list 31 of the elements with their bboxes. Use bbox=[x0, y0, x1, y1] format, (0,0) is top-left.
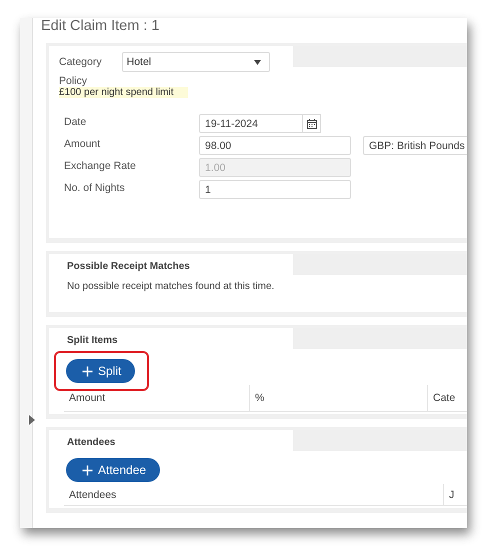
calendar-icon bbox=[306, 118, 316, 128]
policy-label: Policy bbox=[59, 75, 88, 87]
column-header: Amount bbox=[64, 385, 250, 411]
input-field: 1.00 bbox=[199, 158, 351, 177]
category-select[interactable]: Hotel bbox=[122, 52, 270, 72]
window-title: Edit Claim Item : 1 bbox=[41, 18, 160, 36]
currency-select[interactable]: GBP: British Pounds bbox=[363, 136, 467, 155]
column-header: J bbox=[448, 488, 456, 502]
plus-icon bbox=[82, 366, 93, 376]
policy-text: £100 per night spend limit bbox=[59, 87, 188, 98]
category-label: Category bbox=[59, 56, 102, 68]
calendar-button[interactable] bbox=[303, 114, 321, 133]
expand-arrow-icon[interactable] bbox=[29, 415, 35, 425]
amount-field[interactable]: 98.00 bbox=[199, 136, 351, 155]
section-title: Split Items bbox=[66, 334, 119, 346]
field-label: Amount bbox=[64, 137, 102, 150]
empty-message: No possible receipt matches found at this time. bbox=[66, 280, 276, 292]
section-title: Possible Receipt Matches bbox=[66, 260, 191, 272]
input-field[interactable]: 1 bbox=[199, 180, 351, 199]
add-attendee-button[interactable]: Attendee bbox=[66, 458, 160, 482]
field-label: Date bbox=[64, 115, 88, 128]
column-header: Cate bbox=[432, 391, 456, 406]
section-title: Attendees bbox=[66, 436, 116, 448]
field-label: Exchange Rate bbox=[64, 159, 137, 172]
caret-icon bbox=[254, 60, 261, 64]
field-label: No. of Nights bbox=[64, 181, 126, 194]
add-split-button[interactable]: Split bbox=[66, 359, 136, 383]
column-header: % bbox=[250, 385, 428, 411]
plus-icon bbox=[82, 464, 93, 476]
date-field[interactable]: 19-11-2024 bbox=[199, 114, 303, 133]
column-header: Attendees bbox=[64, 484, 444, 505]
